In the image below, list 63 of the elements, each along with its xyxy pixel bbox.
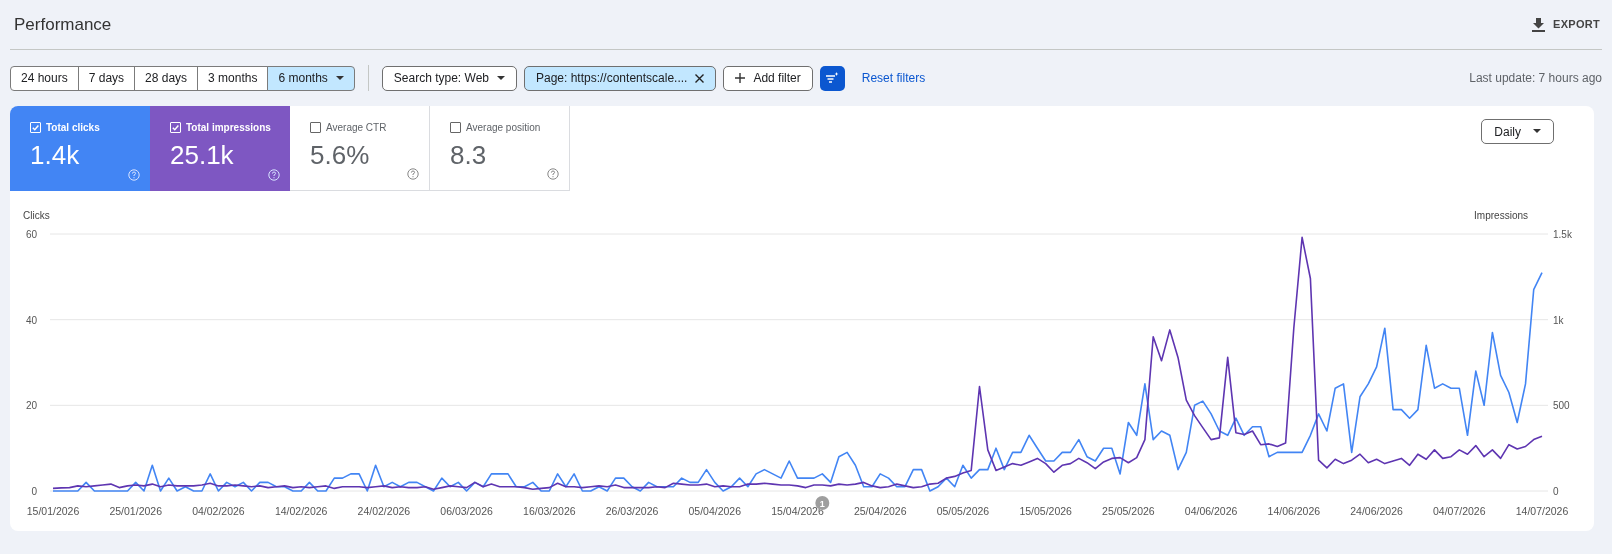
- caret-icon: [1533, 129, 1541, 134]
- help-icon[interactable]: [407, 168, 419, 180]
- axis-title: Impressions: [1474, 210, 1528, 221]
- metric-label: Average position: [466, 121, 541, 135]
- tick-label: 25/05/2026: [1102, 505, 1155, 517]
- tick-label: 05/05/2026: [936, 505, 990, 517]
- caret-icon: [335, 75, 344, 81]
- metric-tile[interactable]: Average CTR 5.6%: [290, 106, 430, 191]
- metric-tile[interactable]: Average position 8.3: [430, 106, 570, 191]
- date-range-tab[interactable]: 24 hours: [10, 65, 79, 91]
- reset-filters-link[interactable]: Reset filters: [861, 69, 926, 87]
- tick-label: 14/06/2026: [1267, 505, 1321, 517]
- metric-value: 1.4k: [30, 139, 81, 171]
- filter-chip[interactable]: Page: https://contentscale....: [524, 65, 717, 91]
- date-range-tab[interactable]: 7 days: [77, 65, 136, 91]
- axis-title: Clicks: [23, 210, 50, 221]
- metric-label: Total clicks: [46, 121, 100, 135]
- checkbox[interactable]: [310, 122, 321, 133]
- metric-value: 25.1k: [170, 139, 235, 171]
- export-button[interactable]: EXPORT: [1532, 16, 1602, 33]
- metric-value: 5.6%: [310, 139, 371, 171]
- date-range-tab[interactable]: 6 months: [267, 65, 355, 91]
- tick-label: 25/01/2026: [109, 505, 162, 517]
- add-filter-button[interactable]: Add filter: [723, 65, 813, 91]
- tick-label: 16/03/2026: [523, 505, 576, 517]
- metric-label: Average CTR: [326, 121, 387, 135]
- tick-label: 04/02/2026: [192, 505, 245, 517]
- tick-label: 24/02/2026: [357, 505, 411, 517]
- tick-label: 60: [25, 229, 37, 240]
- filter-icon: [825, 72, 840, 84]
- tick-label: 15/05/2026: [1019, 505, 1072, 517]
- download-icon: [1532, 17, 1546, 32]
- tick-label: 500: [1553, 400, 1570, 412]
- caret-icon: [497, 75, 505, 81]
- tick-label: 0: [31, 486, 37, 497]
- metric-value: 8.3: [450, 139, 488, 171]
- tick-label: 40: [25, 314, 37, 326]
- metric-label: Total impressions: [186, 121, 271, 135]
- filter-chip[interactable]: Search type: Web: [381, 65, 517, 91]
- page-title: Performance: [14, 13, 112, 36]
- tick-label: 20: [25, 400, 37, 412]
- tick-label: 06/03/2026: [440, 505, 493, 517]
- date-range-tab[interactable]: 28 days: [134, 65, 199, 91]
- tick-label: 25/04/2026: [853, 505, 907, 517]
- filter-settings-button[interactable]: [819, 65, 845, 91]
- help-icon[interactable]: [547, 168, 559, 180]
- tick-label: 0: [1553, 486, 1559, 497]
- tick-label: 24/06/2026: [1350, 505, 1403, 517]
- tick-label: 26/03/2026: [605, 505, 659, 517]
- tick-label: 14/07/2026: [1515, 505, 1569, 517]
- close-icon: [695, 73, 705, 83]
- tick-label: 15/01/2026: [26, 505, 80, 517]
- tick-label: 05/04/2026: [688, 505, 742, 517]
- tick-label: 04/06/2026: [1184, 505, 1238, 517]
- last-update-text: Last update: 7 hours ago: [1469, 70, 1602, 87]
- plus-icon: [735, 73, 746, 83]
- date-range-tab[interactable]: 3 months: [197, 65, 269, 91]
- tick-label: 1k: [1553, 314, 1564, 326]
- tick-label: 04/07/2026: [1433, 505, 1486, 517]
- tick-label: 1.5k: [1553, 229, 1572, 240]
- checkbox[interactable]: [450, 122, 461, 133]
- granularity-dropdown[interactable]: Daily: [1481, 119, 1554, 144]
- tick-label: 14/02/2026: [274, 505, 328, 517]
